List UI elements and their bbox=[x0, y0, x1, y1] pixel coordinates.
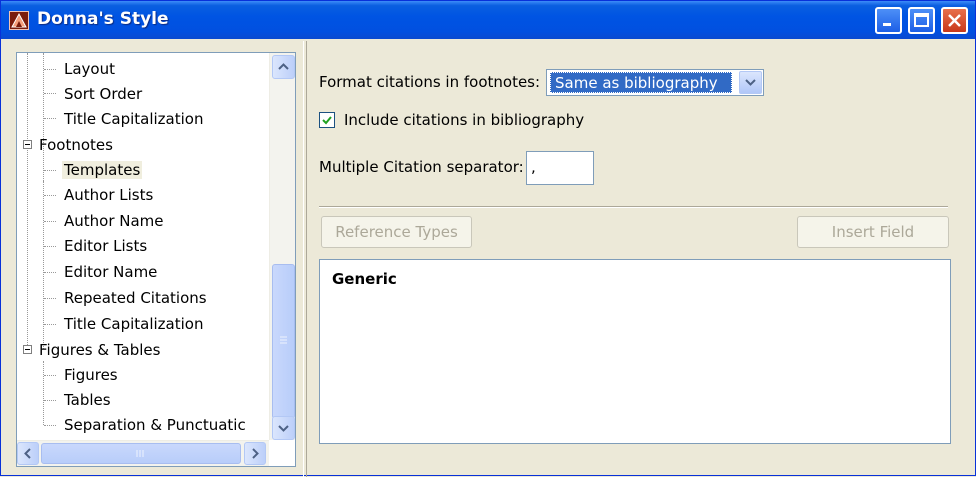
editor-content: Generic bbox=[332, 270, 397, 288]
separator-label: Multiple Citation separator: bbox=[319, 158, 524, 176]
include-citations-checkbox[interactable] bbox=[319, 112, 335, 128]
tree-item-sort-order[interactable]: Sort Order bbox=[62, 82, 144, 106]
minimize-icon bbox=[883, 23, 891, 26]
checkmark-icon bbox=[322, 116, 332, 125]
scroll-left-button[interactable] bbox=[17, 442, 39, 465]
divider bbox=[319, 206, 948, 208]
panel-splitter[interactable] bbox=[303, 41, 307, 477]
format-citations-value: Same as bibliography bbox=[550, 72, 732, 93]
scroll-right-button[interactable] bbox=[244, 442, 266, 465]
tree-item-figures-tables[interactable]: Figures & Tables bbox=[37, 338, 162, 362]
dropdown-button[interactable] bbox=[739, 71, 762, 94]
format-citations-label: Format citations in footnotes: bbox=[319, 73, 541, 91]
tree-vertical-scrollbar[interactable] bbox=[269, 53, 295, 440]
reference-types-button[interactable]: Reference Types bbox=[321, 216, 472, 248]
tree-item-editor-lists[interactable]: Editor Lists bbox=[62, 234, 149, 258]
template-editor[interactable]: Generic bbox=[319, 259, 951, 444]
chevron-down-icon bbox=[278, 425, 289, 432]
tree-item-templates[interactable]: Templates bbox=[62, 158, 143, 182]
tree-item-author-lists[interactable]: Author Lists bbox=[62, 183, 155, 207]
tree-horizontal-scrollbar[interactable] bbox=[17, 440, 269, 466]
tree-connector bbox=[43, 361, 44, 425]
tree-connector bbox=[27, 53, 28, 349]
scroll-up-button[interactable] bbox=[272, 55, 295, 79]
grip-icon bbox=[136, 450, 144, 457]
tree-item-author-name[interactable]: Author Name bbox=[62, 209, 166, 233]
maximize-button[interactable] bbox=[908, 7, 935, 34]
collapse-footnotes-icon[interactable] bbox=[23, 140, 32, 149]
include-citations-label[interactable]: Include citations in bibliography bbox=[344, 111, 584, 129]
minimize-button[interactable] bbox=[875, 7, 902, 34]
close-icon bbox=[948, 14, 961, 27]
chevron-down-icon bbox=[745, 79, 756, 86]
tree-item-tables[interactable]: Tables bbox=[62, 388, 113, 412]
window-title: Donna's Style bbox=[37, 9, 169, 29]
tree-item-separation-punctuation[interactable]: Separation & Punctuatic bbox=[62, 413, 248, 437]
chevron-left-icon bbox=[24, 448, 31, 459]
tree-item-layout[interactable]: Layout bbox=[62, 57, 117, 81]
separator-input[interactable]: , bbox=[526, 151, 594, 185]
settings-tree[interactable]: Layout Sort Order Title Capitalization F… bbox=[16, 52, 296, 467]
tree-item-title-capitalization[interactable]: Title Capitalization bbox=[62, 107, 205, 131]
format-citations-select[interactable]: Same as bibliography bbox=[546, 69, 764, 96]
tree-item-footnotes[interactable]: Footnotes bbox=[37, 133, 115, 157]
maximize-icon bbox=[914, 13, 929, 27]
tree-item-repeated-citations[interactable]: Repeated Citations bbox=[62, 286, 209, 310]
horizontal-scroll-thumb[interactable] bbox=[41, 443, 241, 464]
collapse-figures-tables-icon[interactable] bbox=[23, 345, 32, 354]
tree-connector bbox=[43, 53, 44, 181]
app-icon bbox=[9, 11, 29, 30]
tree-item-editor-name[interactable]: Editor Name bbox=[62, 260, 159, 284]
grip-icon bbox=[280, 336, 287, 344]
vertical-scroll-thumb[interactable] bbox=[272, 264, 295, 419]
insert-field-button[interactable]: Insert Field bbox=[797, 216, 949, 248]
close-button[interactable] bbox=[941, 7, 968, 34]
tree-item-title-capitalization-footnotes[interactable]: Title Capitalization bbox=[62, 312, 205, 336]
title-bar[interactable]: Donna's Style bbox=[1, 1, 975, 39]
scroll-down-button[interactable] bbox=[272, 416, 295, 440]
chevron-right-icon bbox=[252, 448, 259, 459]
chevron-up-icon bbox=[278, 63, 289, 70]
tree-item-figures[interactable]: Figures bbox=[62, 363, 120, 387]
style-window: Donna's Style Layout Sort Order Title Ca… bbox=[0, 0, 976, 477]
